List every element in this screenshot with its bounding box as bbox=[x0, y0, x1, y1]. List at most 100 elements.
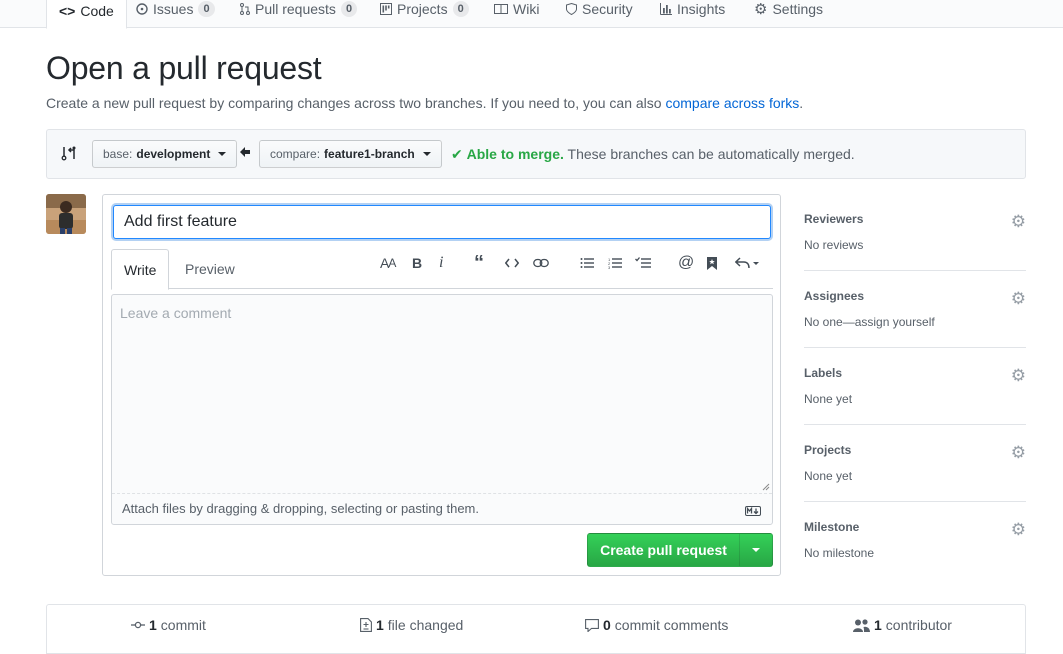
comment-textarea[interactable] bbox=[112, 295, 772, 493]
pulls-counter: 0 bbox=[340, 1, 358, 17]
gear-icon[interactable]: ⚙ bbox=[1011, 443, 1026, 463]
base-prefix: base: bbox=[103, 147, 133, 161]
bold-icon[interactable]: B bbox=[412, 255, 422, 271]
commits-label: commit bbox=[160, 617, 206, 633]
pr-title-input[interactable] bbox=[113, 205, 771, 239]
comment-editor: Attach files by dragging & dropping, sel… bbox=[111, 294, 773, 525]
tab-preview[interactable]: Preview bbox=[173, 249, 247, 289]
base-branch-select[interactable]: base: development bbox=[92, 140, 238, 168]
tab-code[interactable]: <> Code bbox=[46, 0, 127, 29]
page-title: Open a pull request bbox=[46, 50, 322, 86]
sidebar-value: No milestone bbox=[804, 546, 875, 560]
tab-projects[interactable]: Projects 0 bbox=[368, 0, 481, 28]
summary-contributors[interactable]: 1 contributor bbox=[853, 617, 952, 633]
tab-settings[interactable]: ⚙ Settings bbox=[742, 0, 835, 28]
overall-summary: 1 commit 1 file changed 0 commit comment… bbox=[46, 604, 1026, 654]
page-subtitle: Create a new pull request by comparing c… bbox=[46, 95, 803, 111]
compare-branch-name: feature1-branch bbox=[324, 147, 415, 161]
summary-commits[interactable]: 1 commit bbox=[131, 617, 206, 633]
project-icon bbox=[380, 3, 392, 15]
comments-count: 0 bbox=[603, 617, 611, 633]
chevron-down-icon bbox=[422, 152, 431, 156]
code-icon: <> bbox=[59, 2, 76, 19]
gear-icon[interactable]: ⚙ bbox=[1011, 289, 1026, 309]
files-count: 1 bbox=[376, 617, 384, 633]
subtitle-text: Create a new pull request by comparing c… bbox=[46, 95, 662, 111]
tab-pull-requests[interactable]: Pull requests 0 bbox=[228, 0, 369, 28]
sidebar-heading: Labels bbox=[804, 366, 843, 380]
shield-icon bbox=[566, 3, 577, 15]
tab-label: Wiki bbox=[513, 1, 540, 17]
reply-icon[interactable] bbox=[735, 255, 761, 271]
contributors-label: contributor bbox=[885, 617, 952, 633]
sidebar-value[interactable]: No one—assign yourself bbox=[804, 315, 935, 329]
create-options-dropdown[interactable] bbox=[740, 534, 772, 566]
compare-forks-link[interactable]: compare across forks bbox=[665, 95, 799, 111]
gear-icon: ⚙ bbox=[754, 1, 768, 18]
bookmark-icon[interactable] bbox=[707, 255, 717, 271]
resize-handle-icon[interactable] bbox=[762, 483, 770, 491]
comment-icon bbox=[585, 618, 599, 632]
gear-icon[interactable]: ⚙ bbox=[1011, 366, 1026, 386]
sidebar-milestone[interactable]: Milestone No milestone ⚙ bbox=[804, 502, 1026, 579]
commit-icon bbox=[131, 620, 145, 630]
compare-branch-select[interactable]: compare: feature1-branch bbox=[259, 140, 442, 168]
chevron-down-icon bbox=[752, 548, 760, 552]
create-pull-request-button[interactable]: Create pull request bbox=[587, 533, 773, 567]
tab-label: Projects bbox=[397, 1, 448, 17]
sidebar-heading: Reviewers bbox=[804, 212, 864, 226]
summary-comments[interactable]: 0 commit comments bbox=[585, 617, 728, 633]
merge-status: ✔ Able to merge. These branches can be a… bbox=[451, 146, 855, 163]
avatar[interactable] bbox=[46, 194, 86, 234]
ordered-list-icon[interactable]: 123 bbox=[608, 255, 622, 271]
task-list-icon[interactable] bbox=[635, 255, 651, 271]
base-branch-name: development bbox=[136, 147, 211, 161]
check-icon: ✔ bbox=[451, 146, 463, 162]
gear-icon[interactable]: ⚙ bbox=[1011, 520, 1026, 540]
projects-counter: 0 bbox=[452, 1, 469, 17]
people-icon bbox=[853, 618, 870, 632]
repo-nav: <> Code Issues 0 Pull requests 0 Project… bbox=[0, 0, 1063, 29]
text-size-icon[interactable]: AA bbox=[380, 255, 396, 271]
range-editor: base: development compare: feature1-bran… bbox=[46, 129, 1026, 179]
issues-counter: 0 bbox=[198, 1, 215, 17]
sidebar-assignees[interactable]: Assignees No one—assign yourself ⚙ bbox=[804, 271, 1026, 348]
merge-ok-text: These branches can be automatically merg… bbox=[567, 146, 855, 162]
compare-arrows-icon[interactable] bbox=[61, 145, 77, 161]
tab-label: Security bbox=[582, 1, 633, 17]
create-pull-request-label[interactable]: Create pull request bbox=[588, 534, 740, 566]
tab-security[interactable]: Security bbox=[554, 0, 645, 28]
italic-icon[interactable]: i bbox=[439, 254, 443, 271]
sidebar-projects[interactable]: Projects None yet ⚙ bbox=[804, 425, 1026, 502]
tab-wiki[interactable]: Wiki bbox=[482, 0, 551, 28]
tab-label: Settings bbox=[772, 1, 824, 17]
attach-files-text[interactable]: Attach files by dragging & dropping, sel… bbox=[122, 501, 479, 516]
divider bbox=[112, 493, 772, 494]
link-icon[interactable] bbox=[533, 255, 549, 271]
files-label: file changed bbox=[387, 617, 464, 633]
tab-write[interactable]: Write bbox=[111, 249, 170, 290]
sidebar-heading: Projects bbox=[804, 443, 852, 457]
file-diff-icon bbox=[360, 618, 372, 632]
gear-icon[interactable]: ⚙ bbox=[1011, 212, 1026, 232]
tab-label: Insights bbox=[677, 1, 726, 17]
tab-insights[interactable]: Insights bbox=[648, 0, 737, 28]
merge-ok-label: Able to merge. bbox=[466, 146, 564, 162]
sidebar-heading: Assignees bbox=[804, 289, 865, 303]
pull-request-form: Write Preview AA B i “ 123 @ Attach file… bbox=[102, 194, 781, 576]
summary-files[interactable]: 1 file changed bbox=[360, 617, 463, 633]
tab-issues[interactable]: Issues 0 bbox=[124, 0, 227, 28]
unordered-list-icon[interactable] bbox=[580, 255, 594, 271]
tab-label: Pull requests bbox=[255, 1, 336, 17]
markdown-icon[interactable] bbox=[745, 503, 761, 519]
sidebar-reviewers[interactable]: Reviewers No reviews ⚙ bbox=[804, 194, 1026, 271]
contributors-count: 1 bbox=[874, 617, 882, 633]
code-icon[interactable] bbox=[505, 255, 519, 271]
chevron-down-icon bbox=[218, 152, 227, 156]
quote-icon[interactable]: “ bbox=[474, 252, 484, 274]
mention-icon[interactable]: @ bbox=[678, 254, 694, 271]
issue-icon bbox=[136, 3, 148, 15]
sidebar-labels[interactable]: Labels None yet ⚙ bbox=[804, 348, 1026, 425]
comments-label: commit comments bbox=[614, 617, 729, 633]
arrow-left-icon bbox=[240, 147, 250, 157]
